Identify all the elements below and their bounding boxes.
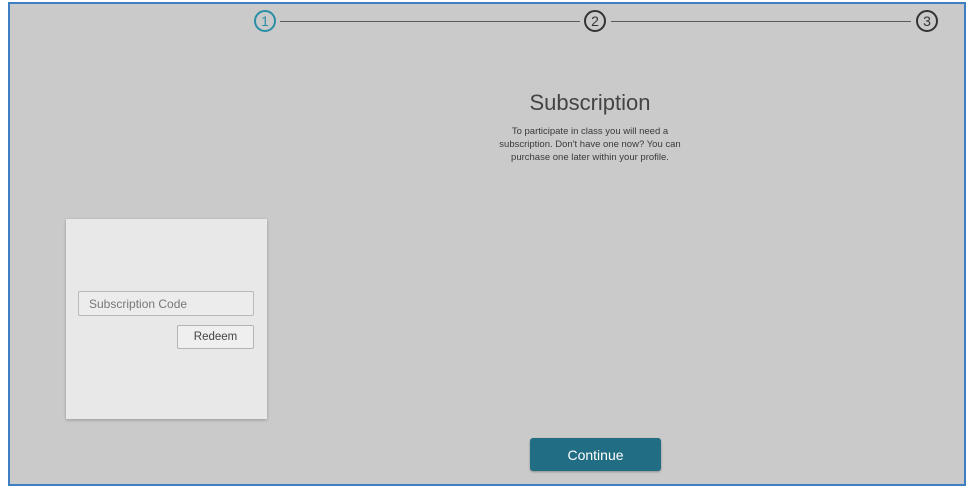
page-title: Subscription bbox=[529, 90, 651, 115]
subscription-description: To participate in class you will need a … bbox=[499, 126, 681, 163]
step-connector-2-3 bbox=[611, 21, 911, 22]
subscription-code-input[interactable] bbox=[78, 291, 254, 316]
redeem-card: Redeem bbox=[66, 219, 267, 419]
step-connector-1-2 bbox=[280, 21, 580, 22]
step-1-number: 1 bbox=[261, 13, 269, 29]
step-2-indicator: 2 bbox=[584, 10, 606, 32]
continue-button[interactable]: Continue bbox=[530, 438, 661, 471]
step-2-number: 2 bbox=[591, 13, 599, 29]
redeem-button[interactable]: Redeem bbox=[177, 325, 254, 349]
onboarding-window: 1 2 3 Subscription To participate in cla… bbox=[8, 2, 966, 486]
step-3-indicator: 3 bbox=[916, 10, 938, 32]
step-1-indicator: 1 bbox=[254, 10, 276, 32]
step-3-number: 3 bbox=[923, 13, 931, 29]
